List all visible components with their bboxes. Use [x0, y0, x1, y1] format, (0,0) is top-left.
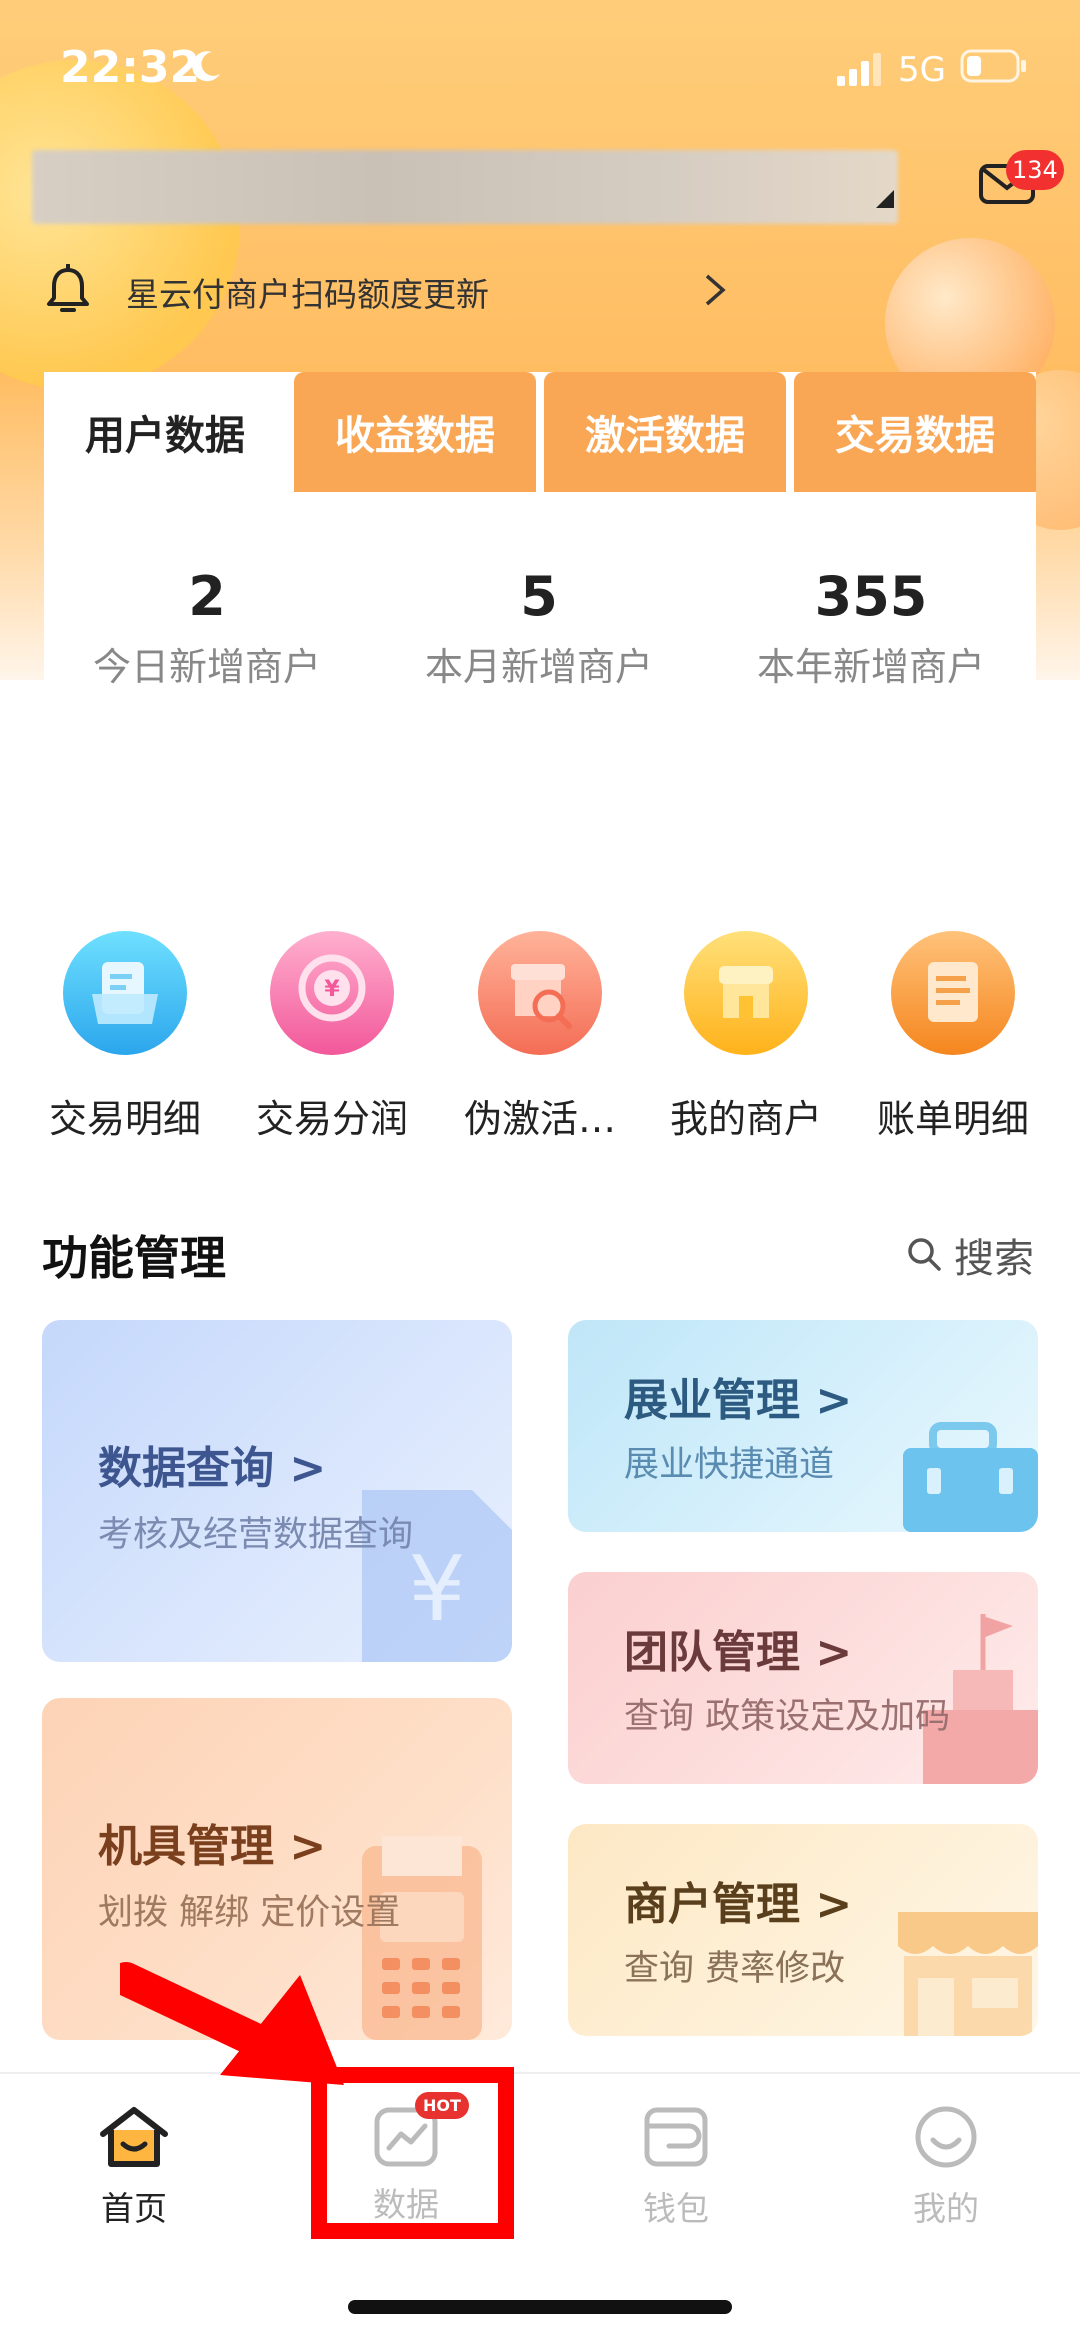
shortcut-label: 交易明细: [48, 1097, 201, 1141]
section-title: 功能管理: [42, 1231, 226, 1285]
shortcut-my-merchants[interactable]: 我的商户: [646, 930, 846, 1143]
nav-mine[interactable]: 我的: [866, 2104, 1026, 2230]
shortcut-transaction-detail[interactable]: 交易明细: [25, 930, 225, 1143]
account-selector[interactable]: [32, 150, 898, 224]
wallet-icon: [644, 2107, 708, 2167]
tab-user-data[interactable]: 用户数据: [44, 372, 286, 492]
store-search-icon: [478, 931, 602, 1055]
card-business-management[interactable]: 展业管理 > 展业快捷通道: [568, 1320, 1038, 1532]
search-label: 搜索: [954, 1236, 1034, 1282]
search-icon: [908, 1238, 941, 1271]
signal-icon: [837, 53, 881, 86]
shortcut-label: 交易分润: [255, 1097, 408, 1141]
caret-down-icon[interactable]: [876, 190, 894, 208]
card-team-management[interactable]: 团队管理 > 查询 政策设定及加码: [568, 1572, 1038, 1784]
shortcut-bill-detail[interactable]: 账单明细: [853, 930, 1053, 1143]
status-time: 22:32: [60, 42, 201, 93]
card-title: 商户管理 >: [624, 1879, 853, 1930]
nav-label: 钱包: [643, 2189, 709, 2228]
folder-icon: [63, 931, 187, 1055]
smile-face-icon: [915, 2106, 977, 2168]
document-yuan-icon: ¥: [362, 1490, 512, 1662]
shortcut-profit-share[interactable]: ¥ 交易分润: [232, 930, 432, 1143]
card-subtitle: 查询 费率修改: [624, 1949, 846, 1989]
notice-bar[interactable]: 星云付商户扫码额度更新: [44, 260, 1044, 320]
card-data-query[interactable]: ¥ 数据查询 > 考核及经营数据查询: [42, 1320, 512, 1662]
home-indicator: [348, 2300, 732, 2314]
yuan-coin-icon: ¥: [270, 931, 394, 1055]
card-title: 展业管理 >: [624, 1375, 853, 1426]
annotation-highlight-box: [311, 2067, 514, 2239]
store-icon: [684, 931, 808, 1055]
shortcut-label: 我的商户: [669, 1097, 822, 1141]
bell-icon: [47, 264, 89, 312]
home-icon: [100, 2107, 168, 2167]
shortcut-label: 账单明细: [876, 1097, 1029, 1141]
svg-text:¥: ¥: [324, 977, 340, 1002]
card-title: 机具管理 >: [98, 1821, 327, 1872]
briefcase-icon: [903, 1422, 1038, 1532]
stat-value: 2: [188, 565, 226, 628]
stat-value: 5: [520, 565, 558, 628]
card-merchant-management[interactable]: 商户管理 > 查询 费率修改: [568, 1824, 1038, 2036]
tab-activation-data[interactable]: 激活数据: [544, 372, 786, 492]
card-title: 团队管理 >: [624, 1627, 853, 1678]
stat-label: 本月新增商户: [424, 645, 653, 689]
stat-label: 今日新增商户: [92, 645, 321, 689]
notice-text: 星云付商户扫码额度更新: [126, 275, 489, 314]
chevron-right-icon: [705, 274, 726, 306]
storefront-icon: [898, 1912, 1038, 2036]
card-subtitle: 查询 政策设定及加码: [624, 1697, 951, 1737]
shortcut-fake-activation[interactable]: 伪激活…: [440, 930, 640, 1143]
status-bar: 22:32 5G: [0, 0, 1080, 130]
svg-text:¥: ¥: [408, 1537, 465, 1642]
card-subtitle: 考核及经营数据查询: [98, 1515, 414, 1555]
card-title: 数据查询 >: [98, 1443, 327, 1494]
nav-label: 我的: [913, 2189, 979, 2228]
stat-today[interactable]: 2 今日新增商户: [42, 565, 372, 691]
nav-wallet[interactable]: 钱包: [596, 2104, 756, 2230]
shortcut-label: 伪激活…: [463, 1097, 616, 1141]
card-subtitle: 划拨 解绑 定价设置: [98, 1893, 401, 1933]
bill-icon: [891, 931, 1015, 1055]
nav-label: 首页: [101, 2189, 167, 2228]
stat-year[interactable]: 355 本年新增商户: [706, 565, 1036, 691]
network-type: 5G: [898, 50, 946, 90]
nav-home[interactable]: 首页: [54, 2104, 214, 2230]
stat-label: 本年新增商户: [756, 645, 985, 689]
battery-icon: [960, 49, 1026, 83]
pos-terminal-icon: [362, 1836, 482, 2040]
mail-count-badge: 134: [1006, 150, 1064, 190]
search-button[interactable]: 搜索: [906, 1224, 1046, 1282]
moon-icon: [192, 51, 220, 82]
tab-revenue-data[interactable]: 收益数据: [294, 372, 536, 492]
stat-month[interactable]: 5 本月新增商户: [374, 565, 704, 691]
card-subtitle: 展业快捷通道: [624, 1445, 835, 1485]
stat-value: 355: [814, 565, 928, 628]
bottom-nav: 首页 HOT 数据 钱包 我的: [0, 2072, 1080, 2337]
tab-transaction-data[interactable]: 交易数据: [794, 372, 1036, 492]
